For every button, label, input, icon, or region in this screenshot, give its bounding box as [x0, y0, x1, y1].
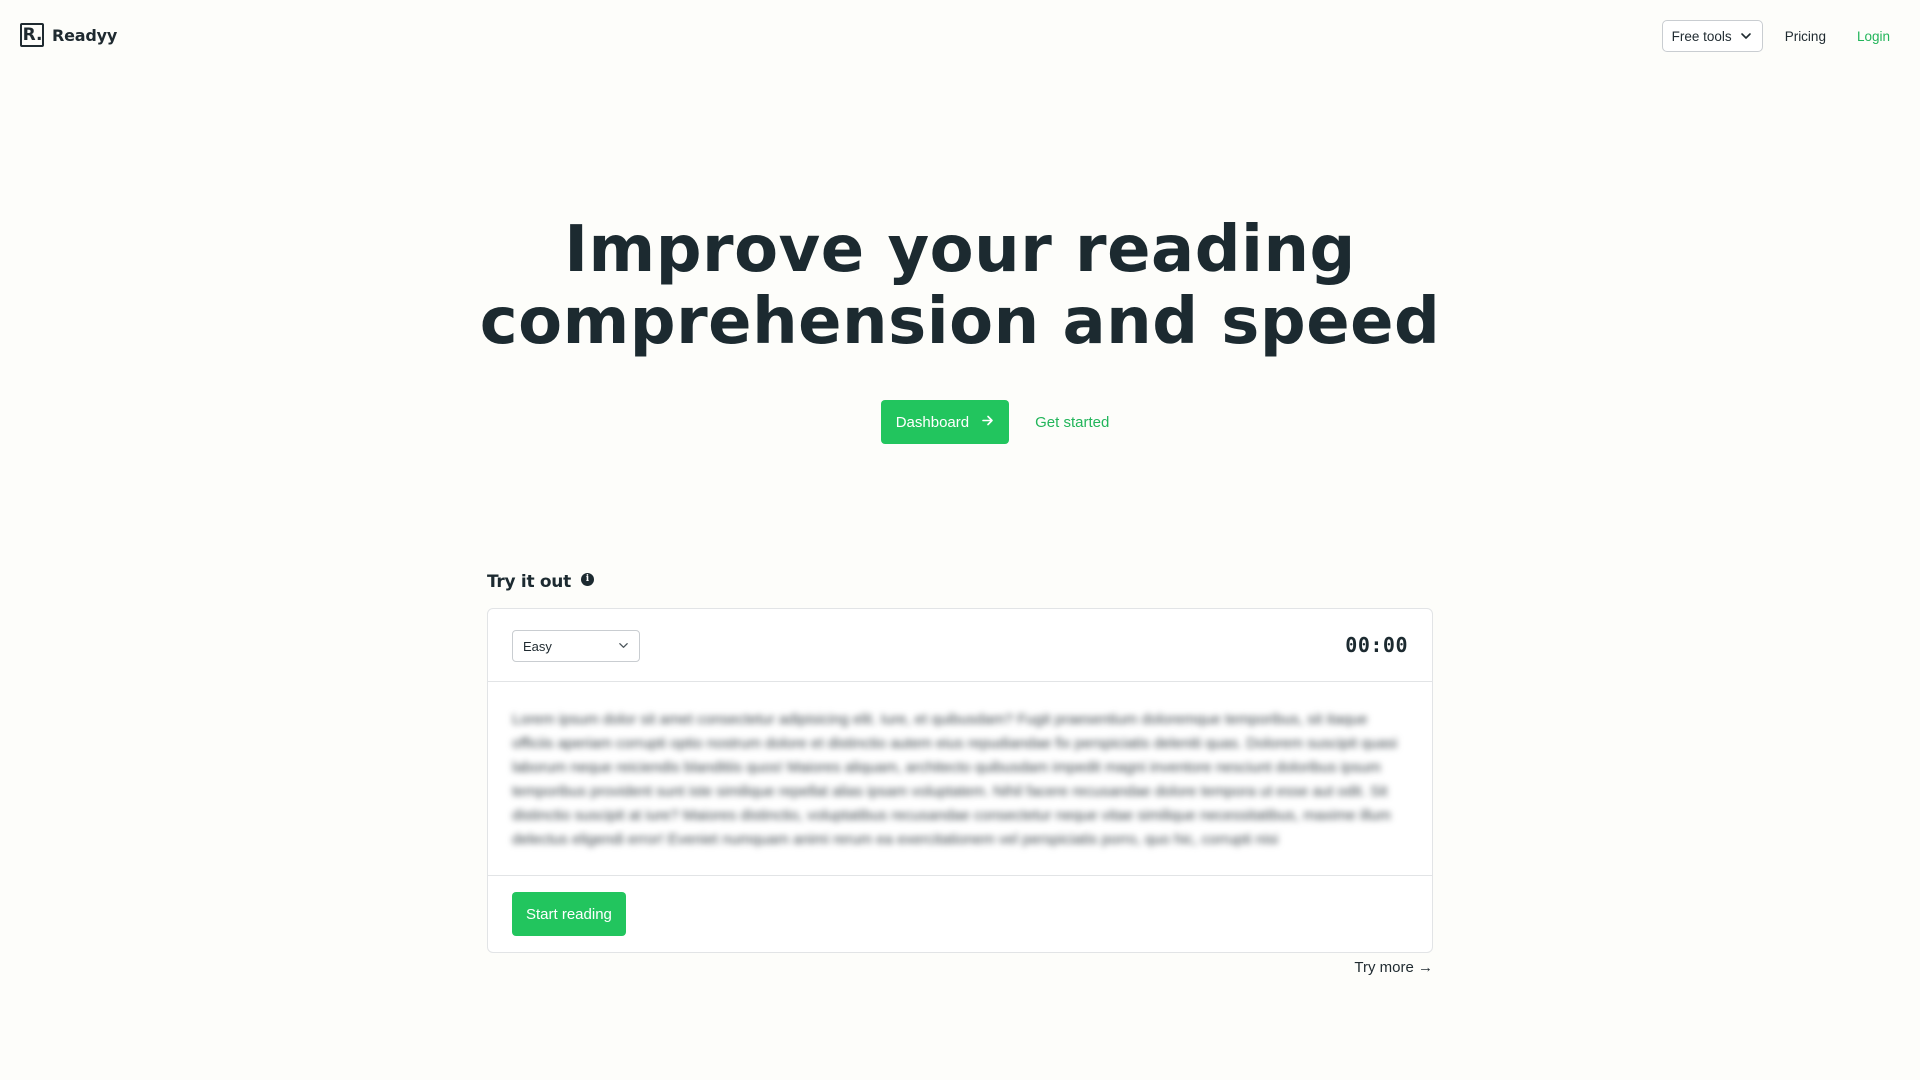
free-tools-dropdown[interactable]: Free tools [1661, 20, 1763, 52]
logo[interactable]: R. Readyy [20, 23, 117, 47]
try-more-link[interactable]: Try more → [1354, 959, 1433, 976]
pricing-link[interactable]: Pricing [1785, 29, 1826, 44]
info-icon[interactable]: i [580, 572, 594, 586]
difficulty-selected: Easy [523, 638, 552, 654]
logo-mark: R. [20, 23, 44, 47]
passage-text: Lorem ipsum dolor sit amet consectetur a… [512, 711, 1398, 848]
dashboard-button[interactable]: Dashboard [880, 400, 1010, 444]
arrow-right-icon [981, 414, 994, 431]
login-link[interactable]: Login [1857, 29, 1890, 44]
try-it-out-heading: Try it out i [487, 572, 594, 592]
hero-title: Improve your reading comprehension and s… [0, 214, 1920, 358]
difficulty-select[interactable]: Easy [512, 630, 640, 662]
logo-text: Readyy [52, 25, 118, 45]
hero-actions: Dashboard Get started [0, 400, 1920, 444]
header: R. Readyy Free tools Pricing Login [0, 0, 1920, 72]
hero-title-line2: comprehension and speed [479, 285, 1441, 359]
card-toolbar: Easy 00:00 [488, 609, 1432, 682]
card-footer: Start reading [488, 876, 1432, 952]
top-nav: Free tools Pricing Login [1661, 20, 1890, 52]
reading-card: Easy 00:00 Lorem ipsum dolor sit amet co… [487, 608, 1433, 953]
timer: 00:00 [1345, 633, 1408, 657]
free-tools-label: Free tools [1671, 28, 1732, 44]
try-it-out-title: Try it out [487, 572, 571, 592]
chevron-down-icon [1740, 30, 1752, 42]
dashboard-button-label: Dashboard [895, 413, 970, 431]
get-started-link[interactable]: Get started [1035, 414, 1109, 431]
passage-area: Lorem ipsum dolor sit amet consectetur a… [488, 682, 1432, 876]
chevron-down-icon [618, 639, 629, 654]
hero-title-line1: Improve your reading [564, 213, 1356, 287]
start-reading-button[interactable]: Start reading [512, 892, 626, 936]
